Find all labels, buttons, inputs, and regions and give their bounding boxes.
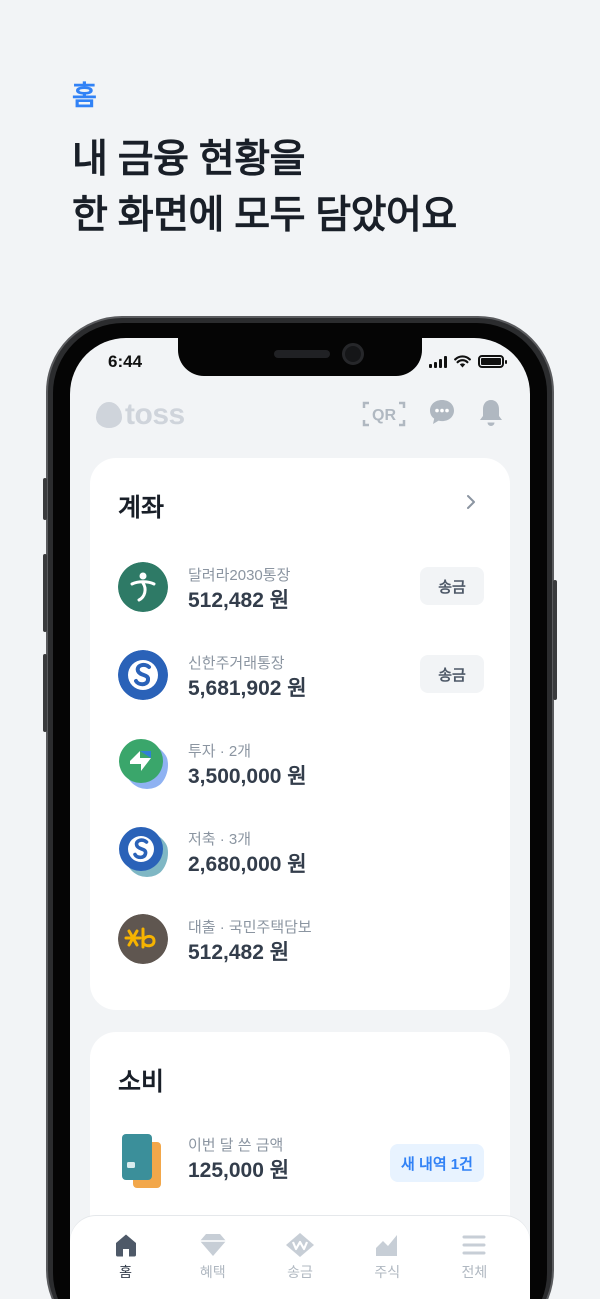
bell-icon[interactable] bbox=[478, 398, 504, 428]
kb-bank-logo bbox=[118, 914, 168, 964]
notch bbox=[178, 338, 422, 376]
chat-icon[interactable] bbox=[428, 398, 456, 426]
account-balance: 5,681,902 원 bbox=[188, 677, 307, 700]
stock-chart-icon bbox=[376, 1235, 398, 1256]
account-row[interactable]: 신한주거래통장 5,681,902 원 송금 bbox=[118, 650, 490, 702]
tab-label: 주식 bbox=[374, 1264, 401, 1280]
send-money-button[interactable]: 송금 bbox=[420, 655, 484, 693]
status-icons bbox=[429, 355, 507, 368]
investment-stack-logo bbox=[119, 739, 168, 789]
spending-amount: 125,000 원 bbox=[188, 1159, 290, 1182]
account-name: 신한주거래통장 bbox=[188, 655, 285, 672]
tab-home[interactable]: 홈 bbox=[82, 1216, 169, 1299]
phone-side-button bbox=[43, 554, 47, 632]
cellular-signal-icon bbox=[429, 356, 447, 368]
send-money-button[interactable]: 송금 bbox=[420, 567, 484, 605]
phone-side-button bbox=[43, 654, 47, 732]
accounts-card[interactable]: 계좌 달려라2030통장 512,482 원 송금 신한주거래통장 5,681,… bbox=[90, 458, 510, 1010]
wifi-icon bbox=[454, 355, 471, 368]
accounts-title: 계좌 bbox=[118, 494, 165, 522]
app-header: toss QR bbox=[70, 396, 530, 436]
promo-title: 내 금융 현황을 한 화면에 모두 담았어요 bbox=[72, 132, 457, 244]
promo-title-line-1: 내 금융 현황을 bbox=[72, 138, 305, 181]
hana-bank-logo bbox=[118, 562, 168, 612]
new-history-button[interactable]: 새 내역 1건 bbox=[390, 1144, 484, 1182]
phone-screen: 6:44 toss QR 계좌 달려라2030통장 512,482 원 송금 신… bbox=[70, 338, 530, 1299]
tab-label: 홈 bbox=[119, 1264, 133, 1280]
spending-title: 소비 bbox=[118, 1068, 165, 1096]
phone-side-button bbox=[43, 478, 47, 520]
speaker-grille bbox=[274, 350, 330, 358]
account-row[interactable]: 달려라2030통장 512,482 원 송금 bbox=[118, 562, 490, 614]
account-balance: 3,500,000 원 bbox=[188, 765, 307, 788]
tab-label: 혜택 bbox=[199, 1264, 226, 1280]
spending-row[interactable]: 이번 달 쓴 금액 125,000 원 새 내역 1건 bbox=[118, 1124, 490, 1194]
tab-benefits[interactable]: 혜택 bbox=[169, 1216, 256, 1299]
tab-transfer[interactable]: 송금 bbox=[256, 1216, 343, 1299]
battery-icon bbox=[478, 355, 507, 368]
qr-icon[interactable]: QR bbox=[362, 400, 406, 428]
account-name: 투자 · 2개 bbox=[188, 743, 252, 760]
shinhan-bank-logo bbox=[118, 650, 168, 700]
home-icon bbox=[115, 1234, 136, 1257]
account-name: 대출 · 국민주택담보 bbox=[188, 919, 312, 936]
diamond-icon bbox=[199, 1234, 226, 1256]
tab-stocks[interactable]: 주식 bbox=[344, 1216, 431, 1299]
qr-label: QR bbox=[372, 407, 396, 424]
bottom-tab-bar: 홈 혜택 송금 주식 전체 bbox=[70, 1216, 530, 1299]
account-balance: 2,680,000 원 bbox=[188, 853, 307, 876]
promo-title-line-2: 한 화면에 모두 담았어요 bbox=[72, 194, 457, 237]
tab-label: 송금 bbox=[287, 1264, 313, 1280]
tab-label: 전체 bbox=[461, 1264, 488, 1280]
account-balance: 512,482 원 bbox=[188, 589, 290, 612]
account-row[interactable]: 저축 · 3개 2,680,000 원 bbox=[118, 826, 490, 878]
toss-logo[interactable]: toss bbox=[96, 398, 185, 432]
account-row[interactable]: 투자 · 2개 3,500,000 원 bbox=[118, 738, 490, 790]
chevron-right-icon[interactable] bbox=[466, 494, 476, 510]
savings-stack-logo bbox=[119, 827, 168, 877]
account-balance: 512,482 원 bbox=[188, 941, 290, 964]
toss-logo-mark bbox=[96, 402, 122, 428]
spending-label: 이번 달 쓴 금액 bbox=[188, 1137, 284, 1154]
account-row[interactable]: 대출 · 국민주택담보 512,482 원 bbox=[118, 914, 490, 966]
account-name: 저축 · 3개 bbox=[188, 831, 252, 848]
phone-side-button bbox=[553, 580, 557, 700]
front-camera bbox=[342, 343, 364, 365]
account-name: 달려라2030통장 bbox=[188, 567, 291, 584]
toss-logo-text: toss bbox=[125, 398, 185, 431]
promo-tag: 홈 bbox=[72, 81, 97, 111]
status-time: 6:44 bbox=[108, 352, 143, 371]
credit-cards-icon bbox=[122, 1134, 161, 1188]
tab-all[interactable]: 전체 bbox=[431, 1216, 518, 1299]
transfer-icon bbox=[286, 1233, 314, 1257]
menu-icon bbox=[462, 1235, 486, 1255]
